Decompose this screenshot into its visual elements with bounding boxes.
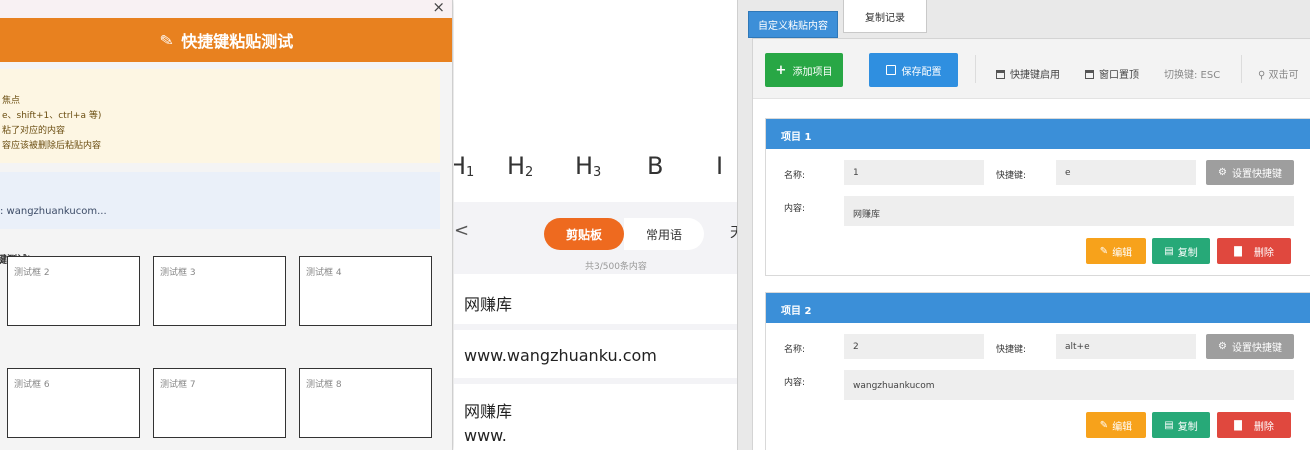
name-label: 名称: [784,345,806,355]
sample-content-panel: : wangzhuankucom... [0,172,440,229]
gear-icon: ⚙ [1218,341,1227,352]
dblclick-hint: ⚲ 双击可 [1258,70,1299,81]
config-panel: + 添加项目 保存配置 快捷键启用 窗口置顶 切换键: ESC ⚲ 双击可 项目… [752,38,1310,450]
sample-text: : wangzhuankucom... [0,206,107,217]
clipboard-icon: ▤ [1164,419,1174,431]
clipboard-filter-bar: < 剪贴板 常用语 天 共3/500条内容 [454,202,737,274]
tip-line: 焦点 [2,96,21,106]
config-toolbar: + 添加项目 保存配置 快捷键启用 窗口置顶 切换键: ESC ⚲ 双击可 [753,39,1310,99]
delete-button[interactable]: ▇ 删除 [1217,238,1291,264]
item-name-field[interactable]: 2 [844,334,984,359]
pencil-icon: ✎ [1099,245,1109,257]
tab-custom-paste[interactable]: 自定义粘贴内容 [748,11,838,38]
tab-copy-history[interactable]: 复制记录 [843,0,927,33]
pin-icon: ⚲ [1258,70,1269,81]
checkbox-icon [1085,70,1094,79]
item-hotkey-field[interactable]: e [1056,160,1196,185]
copy-button[interactable]: ▤ 复制 [1152,238,1210,264]
set-hotkey-button[interactable]: ⚙ 设置快捷键 [1206,160,1294,185]
italic-button[interactable]: I [716,152,723,180]
hotkey-enabled-checkbox[interactable]: 快捷键启用 [996,66,1060,81]
content-label: 内容: [784,204,806,214]
toggle-key-hint: 切换键: ESC [1164,70,1221,81]
paste-item-card: 项目 1 名称: 1 快捷键: e ⚙ 设置快捷键 内容: 网赚库 ✎ 编辑 ▤ 复制… [765,118,1310,276]
pencil-icon: ✎ [1099,419,1109,431]
set-hotkey-button[interactable]: ⚙ 设置快捷键 [1206,334,1294,359]
content-label: 内容: [784,378,806,388]
paste-item-card: 项目 2 名称: 2 快捷键: alt+e ⚙ 设置快捷键 内容: wangzhu… [765,292,1310,450]
item-content-field[interactable]: wangzhuankucom [844,370,1294,400]
clipboard-item[interactable]: 网赚库 [454,274,737,330]
hotkey-label: 快捷键: [996,171,1027,181]
hotkey-test-dialog: × ✎ 快捷键粘贴测试 焦点 e、shift+1、ctrl+a 等) 粘了对应的… [0,0,453,450]
always-on-top-checkbox[interactable]: 窗口置顶 [1085,66,1139,81]
heading1-button[interactable]: H1 [454,152,474,180]
dialog-titlebar: × [0,0,452,18]
pencil-icon: ✎ [158,29,175,51]
name-label: 名称: [784,171,806,181]
plus-icon: + [775,62,787,78]
item-title: 项目 2 [766,293,1310,323]
item-title: 项目 1 [766,119,1310,149]
bold-button[interactable]: B [647,152,663,180]
gear-icon: ⚙ [1218,167,1227,178]
trash-icon: ▇ [1234,419,1242,431]
edit-button[interactable]: ✎ 编辑 [1086,238,1146,264]
test-textbox-7[interactable]: 测试框 7 [153,368,286,438]
test-textbox-2[interactable]: 测试框 2 [7,256,140,326]
dialog-title-banner: ✎ 快捷键粘贴测试 [0,18,452,62]
test-textbox-8[interactable]: 测试框 8 [299,368,432,438]
tip-line: 容应该被删除后粘贴内容 [2,141,102,151]
close-icon[interactable]: × [432,0,445,16]
trash-icon: ▇ [1234,245,1242,257]
dialog-tips-panel: 焦点 e、shift+1、ctrl+a 等) 粘了对应的内容 容应该被删除后粘贴… [0,69,440,163]
item-hotkey-field[interactable]: alt+e [1056,334,1196,359]
tip-line: e、shift+1、ctrl+a 等) [2,111,102,121]
add-item-button[interactable]: + 添加项目 [765,53,843,87]
test-textbox-6[interactable]: 测试框 6 [7,368,140,438]
test-textbox-4[interactable]: 测试框 4 [299,256,432,326]
back-arrow-icon[interactable]: < [454,220,469,241]
tab-clipboard[interactable]: 剪贴板 [544,218,624,250]
heading3-button[interactable]: H3 [575,152,601,180]
item-name-field[interactable]: 1 [844,160,984,185]
clipboard-item[interactable]: www.wangzhuanku.com [454,330,737,384]
dialog-title: 快捷键粘贴测试 [181,32,294,51]
toolbar-divider [1241,55,1242,83]
item-content-field[interactable]: 网赚库 [844,196,1294,226]
item-count: 共3/500条内容 [585,262,647,272]
paste-config-window: 自定义粘贴内容 复制记录 + 添加项目 保存配置 快捷键启用 窗口置顶 切换键:… [737,0,1310,450]
toolbar-divider [975,55,976,83]
clipboard-item[interactable]: 网赚库 www. [454,384,737,450]
copy-button[interactable]: ▤ 复制 [1152,412,1210,438]
test-textbox-3[interactable]: 测试框 3 [153,256,286,326]
save-icon [885,65,896,75]
tab-common-phrases[interactable]: 常用语 [624,218,704,250]
desktop: × ✎ 快捷键粘贴测试 焦点 e、shift+1、ctrl+a 等) 粘了对应的… [0,0,1310,450]
checkbox-icon [996,70,1005,79]
clipboard-icon: ▤ [1164,245,1174,257]
tab-partial[interactable]: 天 [730,222,737,242]
delete-button[interactable]: ▇ 删除 [1217,412,1291,438]
hotkey-label: 快捷键: [996,345,1027,355]
tip-line: 粘了对应的内容 [2,126,66,136]
clipboard-app: H1 H2 H3 B I < 剪贴板 常用语 天 共3/500条内容 网赚库 w… [454,0,737,450]
edit-button[interactable]: ✎ 编辑 [1086,412,1146,438]
save-config-button[interactable]: 保存配置 [869,53,958,87]
format-toolbar: H1 H2 H3 B I [454,140,737,190]
heading2-button[interactable]: H2 [507,152,533,180]
